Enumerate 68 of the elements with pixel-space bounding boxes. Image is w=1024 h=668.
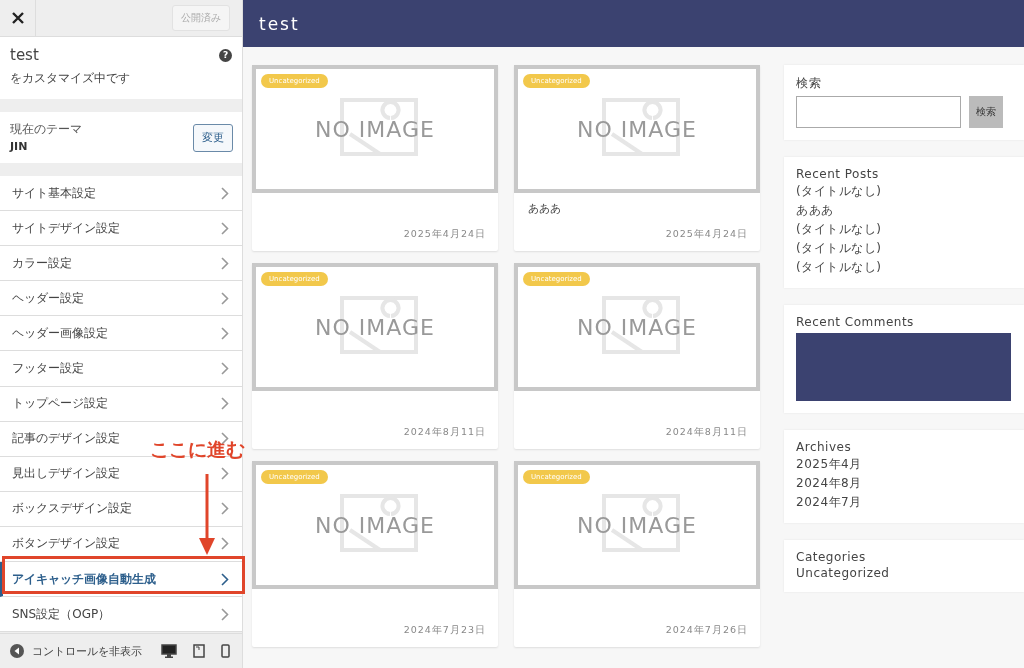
chevron-right-icon [221, 291, 229, 305]
menu-item[interactable]: ボックスデザイン設定 [0, 491, 242, 527]
tablet-preview-button[interactable] [191, 641, 207, 661]
menu-item[interactable]: サイト基本設定 [0, 176, 242, 212]
chevron-right-icon [221, 256, 229, 270]
archive-link[interactable]: 2024年8月 [796, 475, 1012, 492]
no-image-text: NO IMAGE [577, 314, 697, 340]
post-link[interactable]: あああ [796, 202, 1012, 219]
post-date: 2024年8月11日 [665, 426, 748, 439]
search-button[interactable]: 検索 [969, 96, 1003, 128]
archive-link[interactable]: 2024年7月 [796, 494, 1012, 511]
widget-title: Recent Comments [796, 315, 915, 329]
no-image-text: NO IMAGE [315, 116, 435, 142]
post-link[interactable]: (タイトルなし) [796, 240, 1012, 257]
desktop-preview-button[interactable] [159, 641, 179, 661]
hide-controls-button[interactable]: コントロールを非表示 [10, 643, 142, 659]
widget-title: Categories [796, 550, 867, 564]
phone-icon [221, 644, 230, 658]
menu-item[interactable]: フッター設定 [0, 351, 242, 387]
archive-link[interactable]: 2025年4月 [796, 456, 1012, 473]
chevron-right-icon [221, 221, 229, 235]
change-button[interactable]: 変更 [193, 123, 233, 152]
post-link[interactable]: (タイトルなし) [796, 221, 1012, 238]
menu-item[interactable]: ヘッダー画像設定 [0, 316, 242, 352]
menu-item[interactable]: ヘッダー設定 [0, 281, 242, 317]
chevron-right-icon [221, 572, 229, 586]
post-date: 2024年8月11日 [403, 426, 486, 439]
no-image-text: NO IMAGE [577, 116, 697, 142]
close-icon [11, 12, 24, 24]
monitor-icon [161, 643, 177, 659]
annotation-text: ここに進む [150, 440, 245, 459]
menu-item[interactable]: トップページ設定 [0, 386, 242, 422]
post-link[interactable]: (タイトルなし) [796, 183, 1012, 200]
post-date: 2025年4月24日 [665, 228, 748, 241]
no-image-text: NO IMAGE [315, 512, 435, 538]
collapse-icon [10, 644, 24, 658]
customizing-label: をカスタマイズ中です [10, 70, 131, 87]
no-image-text: NO IMAGE [577, 512, 697, 538]
chevron-right-icon [221, 397, 229, 411]
chevron-right-icon [221, 186, 229, 200]
post-link[interactable]: (タイトルなし) [796, 259, 1012, 276]
category-link[interactable]: Uncategorized [796, 566, 1012, 580]
theme-label: 現在のテーマ [10, 122, 82, 137]
chevron-right-icon [221, 502, 229, 516]
chevron-right-icon [221, 537, 229, 551]
widget-title: Recent Posts [796, 167, 880, 181]
no-image-text: NO IMAGE [315, 314, 435, 340]
theme-name: JIN [10, 140, 29, 153]
menu-item[interactable]: サイトデザイン設定 [0, 211, 242, 247]
chevron-right-icon [221, 607, 229, 621]
mobile-preview-button[interactable] [219, 641, 232, 661]
post-date: 2025年4月24日 [403, 228, 486, 241]
post-date: 2024年7月26日 [665, 624, 748, 637]
widget-title: 検索 [796, 75, 822, 92]
tablet-icon [193, 644, 205, 658]
widget-title: Archives [796, 440, 853, 454]
chevron-right-icon [221, 362, 229, 375]
menu-item[interactable]: アイキャッチ画像自動生成 [0, 562, 242, 598]
search-field[interactable] [796, 96, 961, 128]
help-icon[interactable]: ? [219, 48, 232, 62]
site-title: test [10, 46, 39, 64]
site-title: test [259, 13, 300, 34]
chevron-right-icon [221, 467, 229, 481]
post-date: 2024年7月23日 [403, 624, 486, 637]
menu-item[interactable]: カラー設定 [0, 246, 242, 282]
menu-item[interactable]: SNS設定（OGP） [0, 597, 242, 633]
chevron-right-icon [221, 326, 229, 340]
post-title: あああ [528, 201, 562, 216]
